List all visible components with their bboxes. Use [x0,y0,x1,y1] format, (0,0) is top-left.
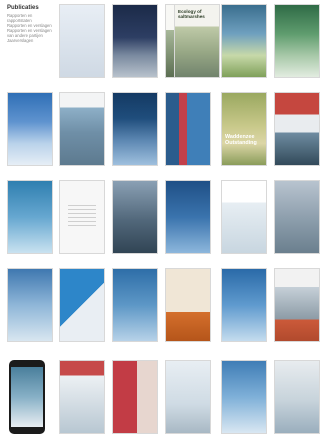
publication-cover-23[interactable] [165,268,211,342]
publication-cover-10[interactable] [165,92,211,166]
phone-screen [11,367,43,427]
publication-cover-4-title: Ecology of saltmarshes [178,9,205,19]
publication-cover-28[interactable] [165,360,211,434]
publication-cover-30[interactable] [274,360,320,434]
phone-mockup-cover[interactable] [9,360,45,434]
publication-cover-12[interactable]: Waddenzee Outstanding [221,92,267,166]
publication-cover-15[interactable] [59,180,105,254]
publication-cover-6[interactable] [274,4,320,78]
publication-cover-22[interactable] [112,268,158,342]
publication-cover-27[interactable] [112,360,158,434]
publication-cover-9[interactable] [112,92,158,166]
publication-cover-2[interactable] [112,4,158,78]
publication-cover-1[interactable] [59,4,105,78]
publication-cover-8[interactable] [59,92,105,166]
publication-cover-16[interactable] [112,180,158,254]
publication-cover-13[interactable] [274,92,320,166]
publication-cover-29[interactable] [221,360,267,434]
publication-cover-7[interactable] [7,92,53,166]
publication-cover-5[interactable] [221,4,267,78]
publication-cover-18[interactable] [221,180,267,254]
publication-cover-19[interactable] [274,180,320,254]
publication-cover-14[interactable] [7,180,53,254]
publication-cover-21[interactable] [59,268,105,342]
publication-cover-25[interactable] [274,268,320,342]
cover-15-table-block [68,205,96,227]
publication-cover-4[interactable]: Ecology of saltmarshes [174,4,220,78]
publication-cover-17[interactable] [165,180,211,254]
publication-grid: Ecology of saltmarshes Waddenzee Outstan… [0,0,320,437]
publication-cover-26[interactable] [59,360,105,434]
publication-cover-24[interactable] [221,268,267,342]
publication-cover-20[interactable] [7,268,53,342]
publication-cover-12-title: Waddenzee Outstanding [225,134,257,146]
